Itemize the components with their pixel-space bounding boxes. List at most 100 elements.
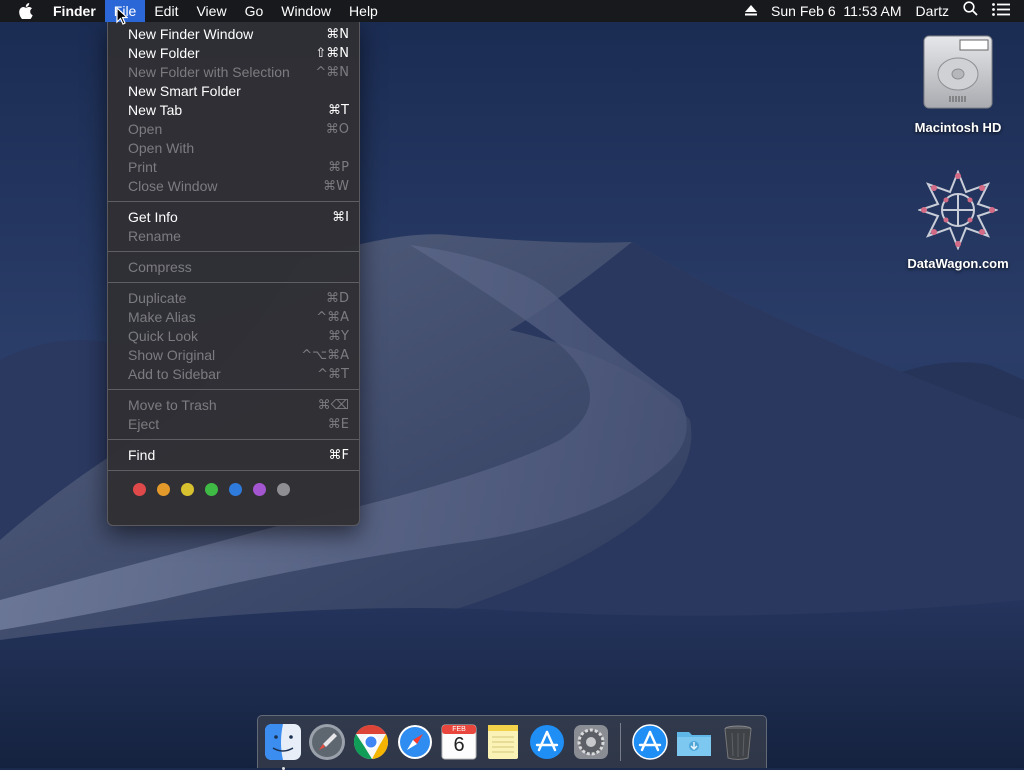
launchpad-icon bbox=[309, 724, 345, 760]
menu-go[interactable]: Go bbox=[236, 0, 273, 22]
menu-item-print: Print ⌘P bbox=[108, 158, 359, 177]
dock-finder[interactable] bbox=[264, 723, 302, 770]
tag-blue[interactable] bbox=[229, 483, 242, 496]
desktop-icon-datawagon[interactable]: DataWagon.com bbox=[903, 170, 1013, 271]
menu-item-new-folder-with-selection: New Folder with Selection ^⌘N bbox=[108, 63, 359, 82]
menu-item-show-original: Show Original ^⌥⌘A bbox=[108, 346, 359, 365]
menu-item-eject: Eject ⌘E bbox=[108, 415, 359, 434]
menu-window[interactable]: Window bbox=[272, 0, 340, 22]
desktop-icon-label: Macintosh HD bbox=[914, 120, 1002, 135]
apple-menu-icon[interactable] bbox=[0, 0, 44, 22]
menu-edit[interactable]: Edit bbox=[145, 0, 187, 22]
menu-item-label: Show Original bbox=[128, 347, 216, 363]
menu-separator bbox=[108, 470, 359, 471]
eject-icon[interactable] bbox=[738, 0, 764, 22]
menu-item-shortcut: ^⌥⌘A bbox=[301, 348, 349, 363]
calendar-day: 6 bbox=[453, 734, 465, 756]
dock-trash[interactable] bbox=[719, 723, 757, 761]
menu-item-compress: Compress bbox=[108, 258, 359, 277]
menu-item-shortcut: ⌘N bbox=[326, 27, 349, 42]
menu-item-shortcut: ⌘I bbox=[332, 210, 349, 225]
desktop-icon-label: DataWagon.com bbox=[907, 256, 1009, 271]
menu-item-label: Make Alias bbox=[128, 309, 196, 325]
spotlight-search-icon[interactable] bbox=[956, 0, 985, 22]
dock-app-store-2[interactable] bbox=[631, 723, 669, 761]
tag-green[interactable] bbox=[205, 483, 218, 496]
menu-separator bbox=[108, 389, 359, 390]
menu-item-label: Get Info bbox=[128, 209, 178, 225]
trash-icon bbox=[724, 725, 752, 760]
notes-icon bbox=[488, 725, 518, 759]
menu-help[interactable]: Help bbox=[340, 0, 387, 22]
menu-item-open-with: Open With bbox=[108, 139, 359, 158]
tag-gray[interactable] bbox=[277, 483, 290, 496]
file-menu-dropdown: New Finder Window ⌘N New Folder ⇧⌘N New Fo… bbox=[107, 22, 360, 526]
menu-item-new-smart-folder[interactable]: New Smart Folder bbox=[108, 82, 359, 101]
menu-item-shortcut: ⌘T bbox=[328, 103, 349, 118]
menu-item-label: Eject bbox=[128, 416, 160, 432]
menu-item-new-tab[interactable]: New Tab ⌘T bbox=[108, 101, 359, 120]
menu-item-label: Open With bbox=[128, 140, 195, 156]
dock-system-preferences[interactable] bbox=[572, 723, 610, 761]
menu-item-label: New Tab bbox=[128, 102, 183, 118]
menu-item-label: Duplicate bbox=[128, 290, 187, 306]
dock-downloads-folder[interactable] bbox=[675, 723, 713, 761]
dock-chrome[interactable] bbox=[352, 723, 390, 761]
dock-calendar[interactable]: FEB 6 bbox=[440, 723, 478, 761]
menu-item-label: Move to Trash bbox=[128, 397, 217, 413]
user-menu[interactable]: Dartz bbox=[909, 0, 956, 22]
menu-bar: Finder File Edit View Go Window Help Sun… bbox=[0, 0, 1024, 22]
menu-item-open: Open ⌘O bbox=[108, 120, 359, 139]
menu-item-label: New Folder with Selection bbox=[128, 64, 290, 80]
menu-item-shortcut: ⇧⌘N bbox=[315, 46, 349, 61]
menu-item-label: Find bbox=[128, 447, 156, 463]
menu-item-label: Print bbox=[128, 159, 157, 175]
tag-red[interactable] bbox=[133, 483, 146, 496]
menu-item-label: New Smart Folder bbox=[128, 83, 241, 99]
dock-notes[interactable] bbox=[484, 723, 522, 761]
menu-item-shortcut: ^⌘N bbox=[315, 65, 349, 80]
tag-purple[interactable] bbox=[253, 483, 266, 496]
menu-item-move-to-trash: Move to Trash ⌘⌫ bbox=[108, 396, 359, 415]
menu-item-label: Rename bbox=[128, 228, 181, 244]
tag-yellow[interactable] bbox=[181, 483, 194, 496]
menu-item-shortcut: ^⌘T bbox=[317, 367, 349, 382]
mouse-cursor-icon bbox=[116, 6, 129, 30]
desktop-icon-macintosh-hd[interactable]: Macintosh HD bbox=[903, 32, 1013, 135]
safari-icon bbox=[398, 725, 432, 759]
menu-item-label: New Folder bbox=[128, 45, 200, 61]
dock-safari[interactable] bbox=[396, 723, 434, 761]
menu-item-shortcut: ⌘O bbox=[325, 122, 349, 137]
menu-item-shortcut: ⌘W bbox=[323, 179, 349, 194]
menu-item-new-finder-window[interactable]: New Finder Window ⌘N bbox=[108, 25, 359, 44]
chrome-icon bbox=[353, 725, 389, 760]
notification-center-icon[interactable] bbox=[985, 0, 1024, 22]
menu-item-shortcut: ⌘D bbox=[325, 291, 349, 306]
dock-separator bbox=[620, 723, 621, 761]
menu-item-shortcut: ^⌘A bbox=[316, 310, 349, 325]
tag-color-row bbox=[108, 477, 359, 496]
menu-item-label: New Finder Window bbox=[128, 26, 254, 42]
clock[interactable]: Sun Feb 6 11:53 AM bbox=[764, 0, 909, 22]
menu-item-new-folder[interactable]: New Folder ⇧⌘N bbox=[108, 44, 359, 63]
tag-orange[interactable] bbox=[157, 483, 170, 496]
menu-item-shortcut: ⌘E bbox=[327, 417, 349, 432]
menu-item-label: Quick Look bbox=[128, 328, 199, 344]
hard-drive-icon bbox=[923, 35, 993, 109]
menu-item-get-info[interactable]: Get Info ⌘I bbox=[108, 208, 359, 227]
menu-item-shortcut: ⌘⌫ bbox=[317, 398, 349, 413]
datawagon-logo-icon bbox=[918, 170, 998, 250]
menu-view[interactable]: View bbox=[187, 0, 235, 22]
menu-item-add-to-sidebar: Add to Sidebar ^⌘T bbox=[108, 365, 359, 384]
dock-app-store[interactable] bbox=[528, 723, 566, 761]
menu-finder[interactable]: Finder bbox=[44, 0, 105, 22]
menu-item-duplicate: Duplicate ⌘D bbox=[108, 289, 359, 308]
menu-item-shortcut: ⌘F bbox=[328, 448, 349, 463]
menu-separator bbox=[108, 201, 359, 202]
downloads-folder-icon bbox=[677, 732, 711, 756]
menu-item-label: Close Window bbox=[128, 178, 218, 194]
finder-icon bbox=[265, 724, 301, 760]
menu-separator bbox=[108, 282, 359, 283]
dock-launchpad[interactable] bbox=[308, 723, 346, 761]
menu-item-find[interactable]: Find ⌘F bbox=[108, 446, 359, 465]
